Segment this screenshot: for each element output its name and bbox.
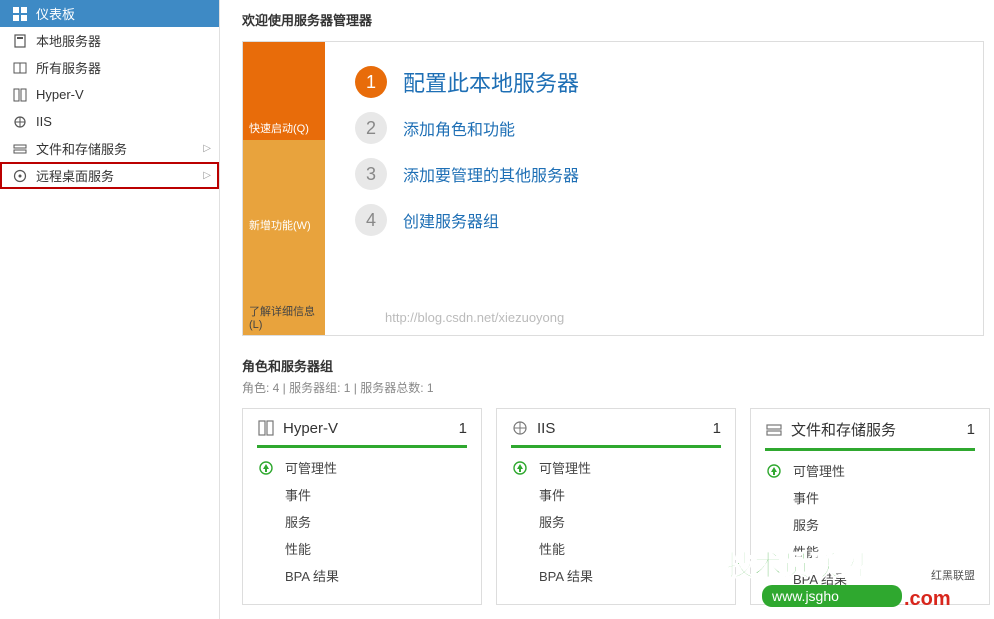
iis-icon — [12, 114, 28, 130]
sidebar-item-local-server[interactable]: 本地服务器 — [0, 27, 219, 54]
learn-more-label: 了解详细信息(L) — [249, 303, 319, 331]
tile-row-bpa[interactable]: BPA 结果 — [257, 566, 467, 585]
tile-row-label: 服务 — [539, 512, 565, 531]
main-content: 欢迎使用服务器管理器 快速启动(Q) 新增功能(W) 了解详细信息(L) 1 配… — [220, 0, 994, 619]
tile-row-bpa[interactable]: BPA 结果 — [765, 569, 975, 588]
sidebar-item-dashboard[interactable]: 仪表板 — [0, 0, 219, 27]
tile-row-events[interactable]: 事件 — [257, 485, 467, 504]
tile-row-label: 事件 — [285, 485, 311, 504]
roles-section-subtitle: 角色: 4 | 服务器组: 1 | 服务器总数: 1 — [242, 379, 994, 396]
tile-name: 文件和存储服务 — [791, 419, 896, 440]
arrow-up-icon — [257, 459, 275, 477]
tile-row-label: 可管理性 — [539, 458, 591, 477]
tile-row-label: BPA 结果 — [285, 566, 339, 585]
sidebar-item-label: Hyper-V — [36, 87, 84, 102]
tile-row-label: 可管理性 — [285, 458, 337, 477]
learn-more-tab[interactable]: 了解详细信息(L) — [243, 237, 325, 335]
hyperv-icon — [12, 87, 28, 103]
sidebar-item-file-storage[interactable]: 文件和存储服务 ▷ — [0, 135, 219, 162]
step-text: 创建服务器组 — [403, 208, 499, 232]
tile-name: IIS — [537, 420, 555, 437]
tile-header: Hyper-V 1 — [257, 419, 467, 448]
whats-new-tab[interactable]: 新增功能(W) — [243, 140, 325, 238]
arrow-up-icon — [765, 462, 783, 480]
tile-hyperv[interactable]: Hyper-V 1 可管理性 事件 服务 性能 BPA 结果 — [242, 408, 482, 605]
step-4[interactable]: 4 创建服务器组 — [355, 204, 953, 236]
sidebar-item-label: 文件和存储服务 — [36, 139, 127, 158]
sidebar: 仪表板 本地服务器 所有服务器 Hyper-V IIS — [0, 0, 220, 619]
tile-header: IIS 1 — [511, 419, 721, 448]
tile-row-services[interactable]: 服务 — [765, 515, 975, 534]
step-number: 1 — [355, 66, 387, 98]
tile-file-storage[interactable]: 文件和存储服务 1 可管理性 事件 服务 性能 BPA 结果 — [750, 408, 990, 605]
tile-row-performance[interactable]: 性能 — [511, 539, 721, 558]
sidebar-item-label: 所有服务器 — [36, 58, 101, 77]
remote-desktop-icon — [12, 168, 28, 184]
iis-icon — [511, 419, 529, 437]
tile-name: Hyper-V — [283, 420, 338, 437]
watermark-url: http://blog.csdn.net/xiezuoyong — [355, 310, 953, 325]
tile-count: 1 — [459, 420, 467, 437]
sidebar-item-iis[interactable]: IIS — [0, 108, 219, 135]
step-text: 添加要管理的其他服务器 — [403, 162, 579, 186]
tile-row-services[interactable]: 服务 — [257, 512, 467, 531]
quick-start-tab[interactable]: 快速启动(Q) — [243, 42, 325, 140]
tile-row-performance[interactable]: 性能 — [257, 539, 467, 558]
tile-row-label: 性能 — [793, 542, 819, 561]
tile-count: 1 — [967, 421, 975, 438]
dashboard-icon — [12, 6, 28, 22]
step-2[interactable]: 2 添加角色和功能 — [355, 112, 953, 144]
sidebar-item-label: 本地服务器 — [36, 31, 101, 50]
tile-row-label: 性能 — [285, 539, 311, 558]
welcome-left-tabs: 快速启动(Q) 新增功能(W) 了解详细信息(L) — [243, 42, 325, 335]
tile-row-label: 事件 — [793, 488, 819, 507]
servers-icon — [12, 60, 28, 76]
sidebar-item-all-servers[interactable]: 所有服务器 — [0, 54, 219, 81]
tile-row-manageability[interactable]: 可管理性 — [257, 458, 467, 477]
step-text: 添加角色和功能 — [403, 116, 515, 140]
step-3[interactable]: 3 添加要管理的其他服务器 — [355, 158, 953, 190]
whats-new-label: 新增功能(W) — [249, 217, 311, 233]
sidebar-item-hyperv[interactable]: Hyper-V — [0, 81, 219, 108]
step-number: 3 — [355, 158, 387, 190]
arrow-up-icon — [511, 459, 529, 477]
tile-header: 文件和存储服务 1 — [765, 419, 975, 451]
welcome-steps: 1 配置此本地服务器 2 添加角色和功能 3 添加要管理的其他服务器 4 创建服… — [325, 42, 983, 335]
roles-section-title: 角色和服务器组 — [242, 356, 994, 375]
chevron-right-icon: ▷ — [203, 143, 211, 154]
tile-row-manageability[interactable]: 可管理性 — [765, 461, 975, 480]
tile-row-events[interactable]: 事件 — [765, 488, 975, 507]
chevron-right-icon: ▷ — [203, 170, 211, 181]
tile-row-label: 事件 — [539, 485, 565, 504]
storage-icon — [12, 141, 28, 157]
tile-row-events[interactable]: 事件 — [511, 485, 721, 504]
hyperv-icon — [257, 419, 275, 437]
server-icon — [12, 33, 28, 49]
sidebar-item-label: 远程桌面服务 — [36, 166, 114, 185]
step-text: 配置此本地服务器 — [403, 66, 579, 98]
tile-iis[interactable]: IIS 1 可管理性 事件 服务 性能 BPA 结果 — [496, 408, 736, 605]
tile-row-label: 服务 — [285, 512, 311, 531]
step-number: 4 — [355, 204, 387, 236]
quick-start-label: 快速启动(Q) — [249, 120, 309, 136]
step-number: 2 — [355, 112, 387, 144]
tile-row-performance[interactable]: 性能 — [765, 542, 975, 561]
tile-row-bpa[interactable]: BPA 结果 — [511, 566, 721, 585]
tile-row-label: 服务 — [793, 515, 819, 534]
welcome-panel: 快速启动(Q) 新增功能(W) 了解详细信息(L) 1 配置此本地服务器 2 添… — [242, 41, 984, 336]
tile-row-label: 可管理性 — [793, 461, 845, 480]
sidebar-item-label: 仪表板 — [36, 4, 75, 23]
role-tiles: Hyper-V 1 可管理性 事件 服务 性能 BPA 结果 — [242, 408, 994, 605]
tile-row-label: 性能 — [539, 539, 565, 558]
tile-row-manageability[interactable]: 可管理性 — [511, 458, 721, 477]
tile-row-label: BPA 结果 — [539, 566, 593, 585]
tile-row-services[interactable]: 服务 — [511, 512, 721, 531]
sidebar-item-remote-desktop[interactable]: 远程桌面服务 ▷ — [0, 162, 219, 189]
sidebar-item-label: IIS — [36, 114, 52, 129]
step-1[interactable]: 1 配置此本地服务器 — [355, 66, 953, 98]
tile-count: 1 — [713, 420, 721, 437]
page-title: 欢迎使用服务器管理器 — [242, 10, 994, 29]
tile-row-label: BPA 结果 — [793, 569, 847, 588]
storage-icon — [765, 421, 783, 439]
